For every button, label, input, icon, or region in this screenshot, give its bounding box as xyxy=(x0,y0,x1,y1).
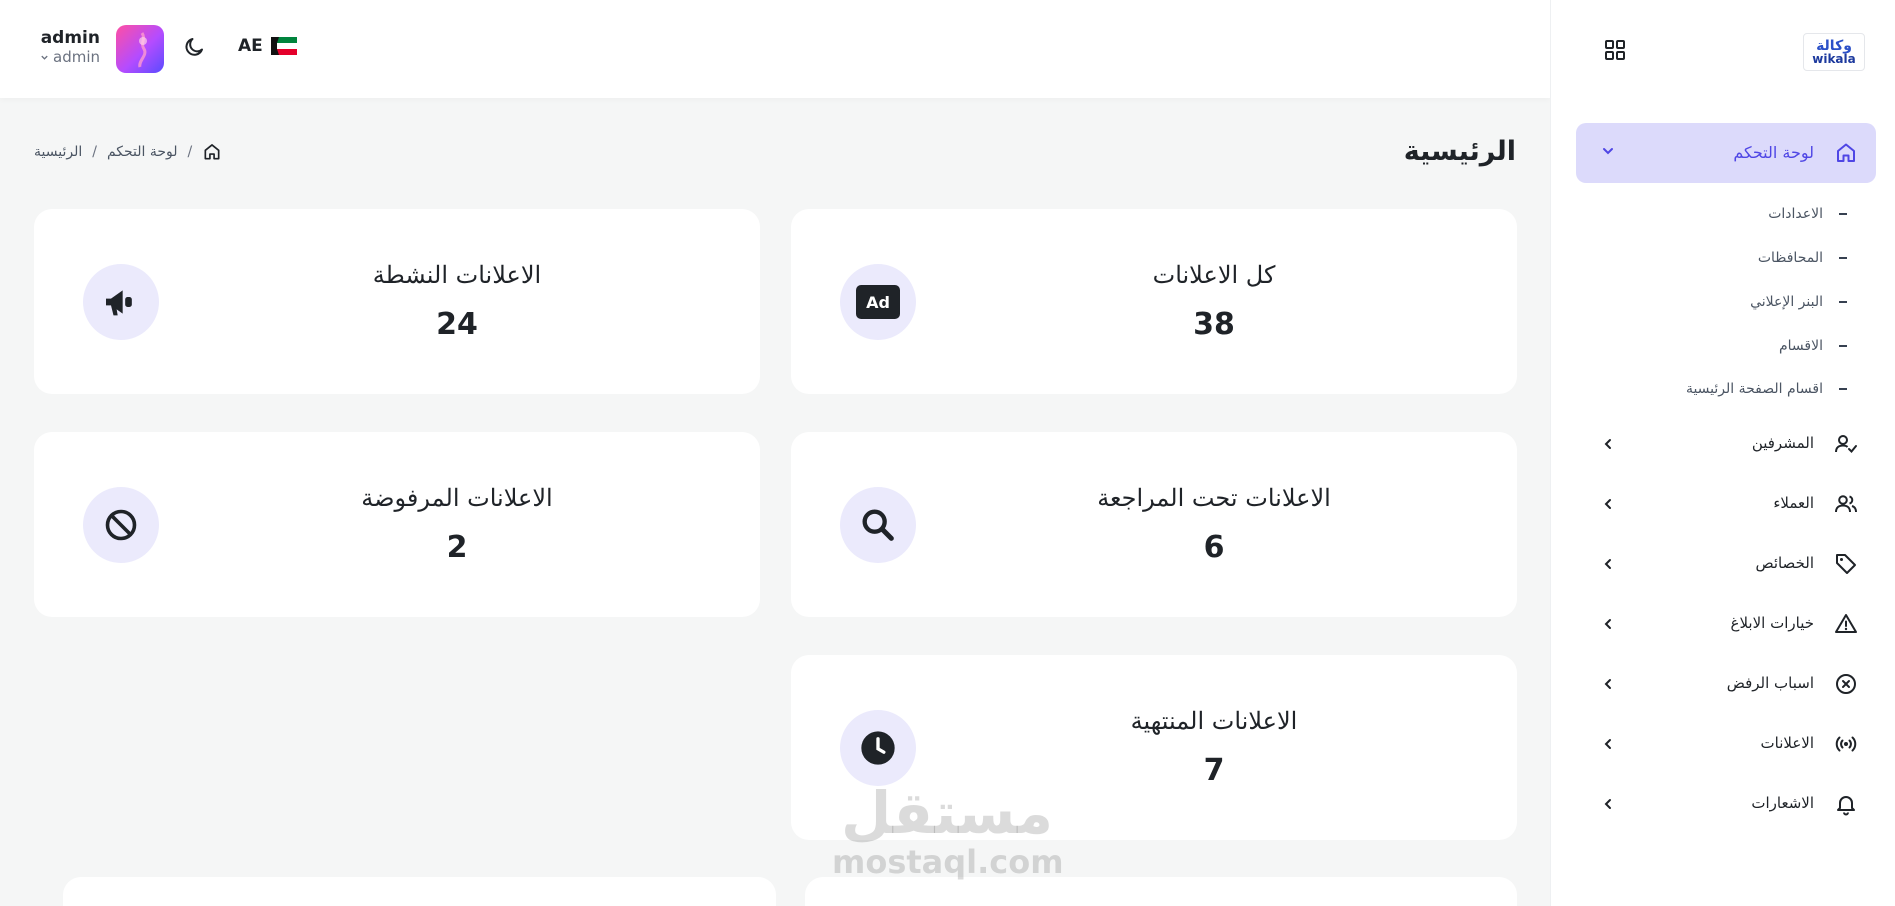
broadcast-icon xyxy=(1835,736,1857,752)
home-icon[interactable] xyxy=(202,142,222,162)
card-icon-wrap xyxy=(83,264,159,340)
dash-icon xyxy=(1839,301,1847,303)
sidebar-item-label: الاشعارات xyxy=(1751,794,1814,812)
dash-icon xyxy=(1839,213,1847,215)
dash-icon xyxy=(1839,388,1847,390)
warning-icon xyxy=(1835,614,1857,633)
breadcrumb-separator: / xyxy=(92,144,97,160)
sidebar-item-supervisors[interactable]: المشرفين xyxy=(1576,424,1876,464)
sidebar-subitem-governorates[interactable]: المحافظات xyxy=(1758,250,1847,266)
sidebar-item-label: اسباب الرفض xyxy=(1726,674,1814,692)
grid-icon[interactable] xyxy=(1603,38,1627,62)
page-title: الرئيسية xyxy=(1403,136,1516,167)
card-icon-wrap xyxy=(840,487,916,563)
sidebar-item-label: الخصائص xyxy=(1755,554,1814,572)
chevron-left-icon xyxy=(1604,619,1611,629)
avatar[interactable] xyxy=(116,25,164,73)
chevron-down-icon xyxy=(1603,148,1613,155)
uae-flag-icon xyxy=(270,37,297,55)
bell-icon xyxy=(1837,796,1855,816)
chevron-left-icon xyxy=(1604,679,1611,689)
dash-icon xyxy=(1839,345,1847,347)
moon-icon[interactable] xyxy=(182,35,206,59)
chevron-left-icon xyxy=(1604,799,1611,809)
language-code: AE xyxy=(238,36,263,56)
user-check-icon xyxy=(1835,435,1857,453)
svg-text:Ad: Ad xyxy=(866,293,890,312)
sidebar-subitem-banner[interactable]: البنر الإعلاني xyxy=(1750,294,1847,310)
tag-icon xyxy=(1836,554,1856,574)
chevron-left-icon xyxy=(1604,739,1611,749)
sidebar-subitem-label: الاعدادات xyxy=(1768,206,1823,222)
sidebar-item-label: المشرفين xyxy=(1751,434,1814,452)
sidebar-item-label: لوحة التحكم xyxy=(1733,143,1814,162)
stat-card-rejected-ads[interactable]: الاعلانات المرفوضة 2 xyxy=(34,432,760,617)
x-circle-icon xyxy=(1836,674,1856,694)
language-switcher[interactable]: AE xyxy=(238,36,297,56)
chevron-left-icon xyxy=(1604,559,1611,569)
sidebar-item-clients[interactable]: العملاء xyxy=(1576,484,1876,524)
breadcrumb-current: الرئيسية xyxy=(34,144,83,160)
ban-icon xyxy=(105,509,137,541)
card-icon-wrap: Ad xyxy=(840,264,916,340)
stat-value: 38 xyxy=(1193,307,1235,342)
top-header: admin admin AE xyxy=(0,0,1550,98)
stat-label: الاعلانات تحت المراجعة xyxy=(1097,484,1331,512)
sidebar-item-properties[interactable]: الخصائص xyxy=(1576,544,1876,584)
chevron-down-icon xyxy=(41,55,48,60)
sidebar-subitem-home-sections[interactable]: اقسام الصفحة الرئيسية xyxy=(1686,381,1847,397)
sidebar-subitem-label: الاقسام xyxy=(1779,338,1823,354)
watermark-arabic: مستقل xyxy=(840,779,1054,847)
user-role-label: admin xyxy=(53,48,100,66)
users-icon xyxy=(1835,495,1857,513)
stat-card-under-review[interactable]: الاعلانات تحت المراجعة 6 xyxy=(791,432,1517,617)
sidebar-item-label: العملاء xyxy=(1773,494,1814,512)
stat-card-partial xyxy=(63,877,776,906)
sidebar-subitem-label: المحافظات xyxy=(1757,250,1823,266)
sidebar-item-report-options[interactable]: خيارات الابلاغ xyxy=(1576,604,1876,644)
stat-label: كل الاعلانات xyxy=(1152,261,1276,289)
user-role[interactable]: admin xyxy=(36,48,100,66)
sidebar-item-label: الاعلانات xyxy=(1760,734,1815,752)
breadcrumb-dashboard-link[interactable]: لوحة التحكم xyxy=(107,144,178,160)
stat-label: الاعلانات المنتهية xyxy=(1130,707,1298,735)
stat-value: 24 xyxy=(436,307,478,342)
logo-latin: wikala xyxy=(1812,51,1856,66)
stat-card-active-ads[interactable]: الاعلانات النشطة 24 xyxy=(34,209,760,394)
watermark: مستقل mostaql.com xyxy=(832,779,1064,881)
dash-icon xyxy=(1839,257,1847,259)
logo-arabic: وكالة xyxy=(1816,37,1852,54)
megaphone-icon xyxy=(106,290,132,316)
sidebar-subitem-sections[interactable]: الاقسام xyxy=(1779,338,1847,354)
ad-icon: Ad xyxy=(856,285,900,319)
card-icon-wrap xyxy=(83,487,159,563)
chevron-left-icon xyxy=(1604,499,1611,509)
stat-value: 2 xyxy=(446,530,468,565)
sidebar-item-ads[interactable]: الاعلانات xyxy=(1576,724,1876,764)
home-icon xyxy=(1837,143,1855,162)
sidebar: وكالة wikala لوحة التحكم الاعدادات المحا… xyxy=(1550,0,1895,906)
stat-label: الاعلانات المرفوضة xyxy=(361,484,553,512)
stat-label: الاعلانات النشطة xyxy=(372,261,542,289)
sidebar-subitem-label: اقسام الصفحة الرئيسية xyxy=(1685,381,1823,397)
watermark-latin: mostaql.com xyxy=(832,843,1064,881)
search-icon xyxy=(862,509,894,541)
stat-value: 6 xyxy=(1203,530,1225,565)
sidebar-item-dashboard[interactable]: لوحة التحكم xyxy=(1576,123,1876,183)
breadcrumb: الرئيسية / لوحة التحكم / xyxy=(34,142,222,162)
stat-card-partial xyxy=(805,877,1517,906)
sidebar-item-notifications[interactable]: الاشعارات xyxy=(1576,784,1876,824)
user-menu[interactable]: admin admin xyxy=(36,28,100,66)
clock-icon xyxy=(861,731,895,765)
sidebar-item-label: خيارات الابلاغ xyxy=(1730,614,1814,632)
breadcrumb-separator: / xyxy=(187,144,193,160)
sidebar-subitem-settings[interactable]: الاعدادات xyxy=(1768,206,1847,222)
user-name: admin xyxy=(40,28,100,48)
logo[interactable]: وكالة wikala xyxy=(1803,33,1865,71)
sidebar-subitem-label: البنر الإعلاني xyxy=(1750,294,1823,310)
card-icon-wrap xyxy=(840,710,916,786)
stat-card-all-ads[interactable]: Ad كل الاعلانات 38 xyxy=(791,209,1517,394)
chevron-left-icon xyxy=(1604,439,1611,449)
sidebar-item-rejection-reasons[interactable]: اسباب الرفض xyxy=(1576,664,1876,704)
